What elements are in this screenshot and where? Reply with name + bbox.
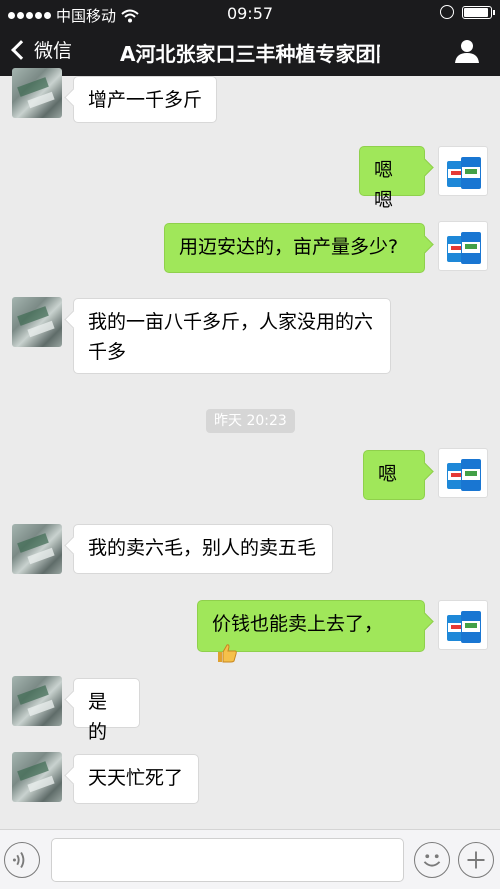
message-input[interactable]	[51, 838, 404, 882]
emoji-icon[interactable]	[414, 842, 450, 878]
self-avatar[interactable]	[438, 221, 488, 271]
more-plus-icon[interactable]	[458, 842, 494, 878]
chat-title: A河北张家口三丰种植专家团队	[120, 42, 380, 66]
message-bubble-sent[interactable]: 嗯嗯	[359, 146, 425, 211]
orientation-lock-icon	[440, 5, 454, 19]
message-bubble-received[interactable]: 我的卖六毛，别人的卖五毛	[73, 524, 333, 574]
message-text: 嗯嗯	[374, 159, 394, 211]
self-avatar[interactable]	[438, 600, 488, 650]
message-text: 嗯	[378, 463, 398, 485]
message-bubble-received[interactable]: 是的	[73, 678, 140, 743]
voice-input-icon[interactable]	[4, 842, 40, 878]
back-button[interactable]: 微信	[8, 36, 72, 63]
input-bar	[0, 829, 500, 889]
chevron-left-icon	[11, 39, 31, 60]
status-right-group	[440, 5, 495, 19]
message-bubble-received[interactable]: 增产一千多斤	[73, 76, 217, 123]
back-label: 微信	[34, 40, 73, 62]
profile-icon[interactable]	[454, 38, 480, 64]
contact-avatar[interactable]	[12, 68, 62, 118]
message-text: 天天忙死了	[88, 767, 184, 789]
product-bucket-icon	[447, 232, 481, 264]
message-bubble-sent[interactable]: 用迈安达的，亩产量多少?	[164, 223, 425, 273]
message-text: 价钱也能卖上去了，	[212, 613, 384, 635]
product-bucket-icon	[447, 459, 481, 491]
message-text: 我的一亩八千多斤，人家没用的六千多	[88, 311, 374, 363]
contact-avatar[interactable]	[12, 752, 62, 802]
message-bubble-sent[interactable]: 嗯	[363, 450, 425, 500]
self-avatar[interactable]	[438, 146, 488, 196]
message-text: 用迈安达的，亩产量多少?	[179, 236, 399, 258]
product-bucket-icon	[447, 611, 481, 643]
thumbs-up-icon	[218, 644, 237, 663]
self-avatar[interactable]	[438, 448, 488, 498]
message-bubble-received[interactable]: 我的一亩八千多斤，人家没用的六千多	[73, 298, 391, 374]
status-bar: 中国移动 09:57	[0, 0, 500, 28]
product-bucket-icon	[447, 157, 481, 189]
message-text: 是的	[88, 691, 108, 743]
battery-icon	[462, 5, 495, 19]
message-text: 增产一千多斤	[88, 89, 203, 111]
message-text: 我的卖六毛，别人的卖五毛	[88, 537, 317, 559]
chat-timestamp: 昨天 20:23	[206, 409, 295, 433]
contact-avatar[interactable]	[12, 676, 62, 726]
message-bubble-received[interactable]: 天天忙死了	[73, 754, 199, 804]
status-time: 09:57	[226, 4, 274, 23]
nav-bar: 微信 A河北张家口三丰种植专家团队	[0, 28, 500, 76]
message-bubble-sent[interactable]: 价钱也能卖上去了，	[197, 600, 425, 663]
contact-avatar[interactable]	[12, 524, 62, 574]
contact-avatar[interactable]	[12, 297, 62, 347]
